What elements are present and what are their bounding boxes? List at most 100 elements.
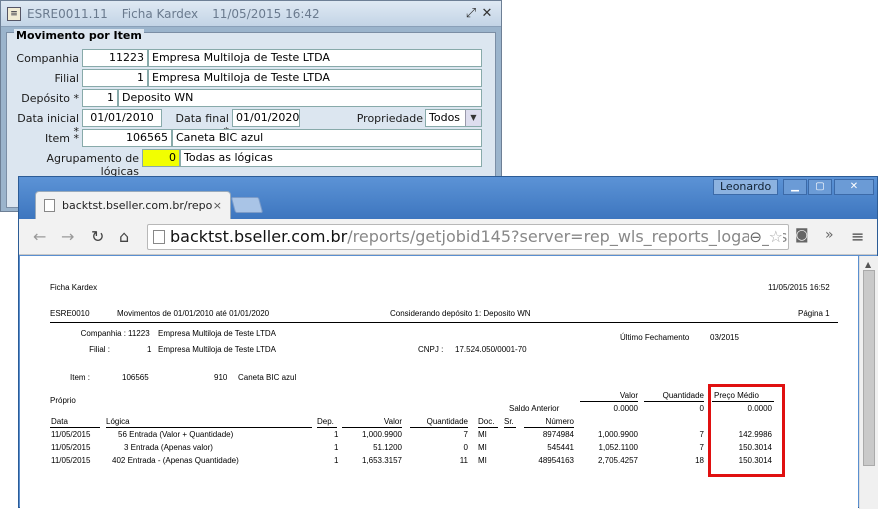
row2-data: 11/05/2015: [51, 443, 91, 452]
agrupamento-code-field[interactable]: 0: [142, 149, 180, 167]
minimize-button[interactable]: ▁: [783, 179, 807, 195]
vertical-scrollbar[interactable]: ▲: [859, 256, 878, 509]
url-path: /reports/getjobid145?server=rep_wls_repo…: [347, 227, 789, 246]
rep-cnpj-value: 17.524.050/0001-70: [455, 345, 527, 354]
page-info-icon[interactable]: [153, 230, 165, 244]
rep-companhia-name: Empresa Multiloja de Teste LTDA: [158, 329, 276, 338]
rep-companhia-code: 11223: [128, 329, 150, 338]
deposito-name-field[interactable]: Deposito WN: [118, 89, 482, 107]
browser-window: backtst.bseller.com.br/repor × Leonardo …: [18, 176, 878, 509]
underline: [478, 427, 498, 428]
rep-filial-label: Filial :: [89, 345, 110, 354]
forms-subtitle: Ficha Kardex: [121, 6, 199, 21]
underline: [106, 427, 312, 428]
underline: [410, 427, 468, 428]
col-dep: Dep.: [317, 417, 334, 426]
item-code-field[interactable]: 106565: [82, 129, 172, 147]
companhia-name-field[interactable]: Empresa Multiloja de Teste LTDA: [148, 49, 482, 67]
col-doc: Doc.: [478, 417, 495, 426]
profile-button[interactable]: Leonardo: [713, 179, 779, 195]
more-extensions-icon[interactable]: »: [825, 227, 834, 243]
deposito-code-field[interactable]: 1: [82, 89, 118, 107]
underline: [50, 427, 100, 428]
report-period: Movimentos de 01/01/2010 até 01/01/2020: [117, 309, 270, 318]
browser-toolbar: ← → ↻ ⌂ backtst.bseller.com.br/reports/g…: [19, 219, 877, 255]
underline: [504, 427, 516, 428]
address-bar[interactable]: backtst.bseller.com.br/reports/getjobid1…: [147, 224, 789, 250]
bookmark-star-icon[interactable]: ☆: [768, 225, 783, 249]
data-inicial-field[interactable]: 01/01/2010: [82, 109, 162, 127]
row1-saldo-qtd: 7: [699, 430, 704, 439]
reload-icon[interactable]: ↻: [91, 227, 104, 246]
underline: [342, 427, 402, 428]
row2-dep: 1: [334, 443, 339, 452]
row1-dep: 1: [334, 430, 339, 439]
rep-saldo-qtd: 0: [699, 404, 704, 413]
row2-valor: 51.1200: [373, 443, 402, 452]
tab-close-icon[interactable]: ×: [213, 199, 222, 212]
menu-icon[interactable]: ≡: [851, 227, 864, 246]
highlight-box: [708, 384, 785, 477]
agrupamento-label: Agrupamento de lógicas: [46, 152, 139, 178]
rep-item-sub: 910: [214, 373, 228, 382]
rep-cnpj-label: CNPJ :: [418, 345, 444, 354]
item-name-field[interactable]: Caneta BIC azul: [172, 129, 482, 147]
close-window-button[interactable]: ✕: [834, 179, 874, 195]
rep-filial-name: Empresa Multiloja de Teste LTDA: [158, 345, 276, 354]
report-page-number: Página 1: [798, 309, 830, 318]
rep-item-name: Caneta BIC azul: [238, 373, 297, 382]
row3-valor: 1,653.3157: [361, 456, 402, 465]
agrupamento-name-field[interactable]: Todas as lógicas: [180, 149, 482, 167]
filial-code-field[interactable]: 1: [82, 69, 148, 87]
scroll-up-icon[interactable]: ▲: [865, 260, 871, 269]
underline: [644, 401, 704, 402]
forward-icon[interactable]: →: [61, 227, 74, 246]
row1-doc: MI: [478, 430, 487, 439]
rep-ultimo-value: 03/2015: [710, 333, 739, 342]
divider: [50, 322, 838, 323]
rep-head-valor: Valor: [619, 391, 638, 400]
col-logica: Lógica: [106, 417, 130, 426]
report-title: Ficha Kardex: [50, 283, 98, 292]
row1-valor: 1,000.9900: [361, 430, 402, 439]
filial-name-field[interactable]: Empresa Multiloja de Teste LTDA: [148, 69, 482, 87]
row2-qtd: 0: [463, 443, 468, 452]
rep-item-code: 106565: [122, 373, 149, 382]
report-code: ESRE0010: [50, 309, 90, 318]
scrollbar-thumb[interactable]: [863, 270, 875, 466]
row1-saldo-valor: 1,000.9900: [597, 430, 638, 439]
new-tab-button[interactable]: [230, 197, 264, 213]
maximize-button[interactable]: ▢: [808, 179, 832, 195]
forms-title: ESRE0011.11: [27, 6, 108, 21]
col-quantidade: Quantidade: [426, 417, 468, 426]
data-final-field[interactable]: 01/01/2020: [232, 109, 300, 127]
restore-icon[interactable]: ⤢: [463, 6, 479, 21]
camera-icon[interactable]: ◙: [795, 227, 809, 243]
row3-saldo-valor: 2,705.4257: [597, 456, 638, 465]
chevron-down-icon[interactable]: ▼: [465, 110, 481, 126]
row1-numero: 8974984: [542, 430, 574, 439]
col-numero: Número: [545, 417, 574, 426]
row3-doc: MI: [478, 456, 487, 465]
oracle-forms-icon: ≡: [7, 6, 21, 21]
close-icon[interactable]: ✕: [479, 6, 495, 21]
companhia-code-field[interactable]: 11223: [82, 49, 148, 67]
row1-qtd: 7: [463, 430, 468, 439]
forms-titlebar: ≡ ESRE0011.11 Ficha Kardex 11/05/2015 16…: [1, 1, 501, 27]
browser-tab[interactable]: backtst.bseller.com.br/repor ×: [35, 191, 231, 219]
zoom-icon[interactable]: ⊖: [749, 225, 762, 249]
panel-title: Movimento por Item: [14, 29, 144, 42]
underline: [524, 427, 574, 428]
rep-saldo-label: Saldo Anterior: [509, 404, 560, 413]
propriedade-label: Propriedade: [356, 112, 423, 125]
row3-numero: 48954163: [538, 456, 574, 465]
report-deposit: Considerando depósito 1: Deposito WN: [390, 309, 531, 318]
row3-qtd: 11: [459, 456, 468, 465]
propriedade-select[interactable]: Todos ▼: [425, 109, 482, 127]
home-icon[interactable]: ⌂: [119, 227, 129, 246]
col-sr: Sr.: [504, 417, 514, 426]
item-label: Item *: [44, 132, 79, 145]
rep-filial-code: 1: [147, 345, 152, 354]
back-icon[interactable]: ←: [33, 227, 46, 246]
page-icon: [44, 199, 55, 212]
